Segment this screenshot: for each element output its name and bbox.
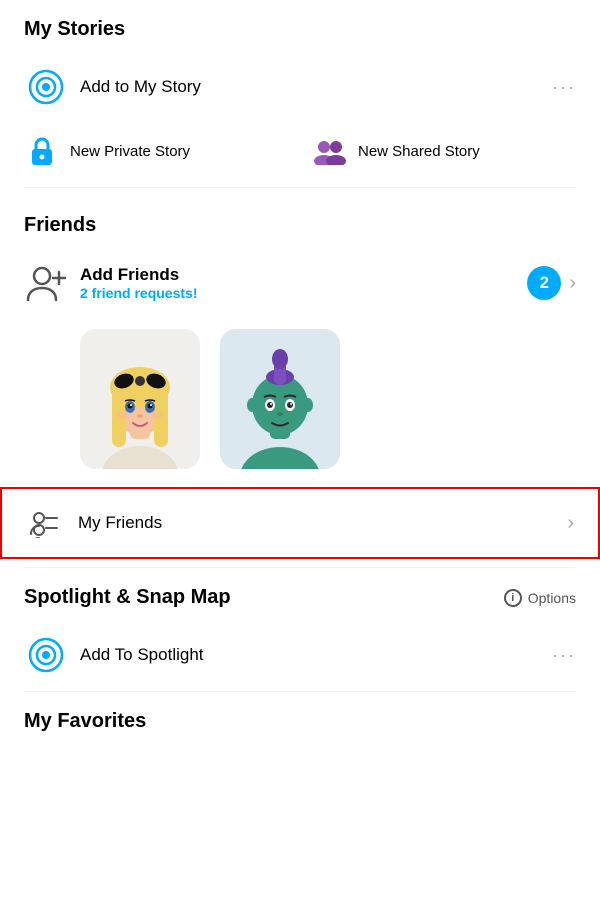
story-options-row: New Private Story New Shared Story [0,123,600,187]
my-stories-title: My Stories [0,0,600,51]
my-favorites-section: My Favorites [0,692,600,743]
add-friends-label: Add Friends [80,265,527,285]
new-private-story-item[interactable]: New Private Story [24,133,288,169]
add-friends-chevron: › [569,272,576,295]
new-private-story-label: New Private Story [70,143,190,160]
info-icon: i [504,589,522,607]
friend-list-icon [26,505,62,541]
add-friends-text-block: Add Friends 2 friend requests! [80,265,527,301]
friend-request-badge: 2 [527,266,561,300]
add-friends-item[interactable]: Add Friends 2 friend requests! 2 › [0,247,600,319]
my-friends-label: My Friends [78,513,567,533]
my-stories-section: My Stories Add to My Story ··· New Priva… [0,0,600,187]
my-favorites-title: My Favorites [0,692,600,743]
spotlight-camera-icon [24,633,68,677]
my-friends-chevron: › [567,512,574,535]
avatar-green[interactable] [220,329,340,469]
spotlight-title: Spotlight & Snap Map [24,586,231,609]
add-to-spotlight-item[interactable]: Add To Spotlight ··· [0,619,600,691]
friends-section: Friends Add Friends 2 friend requests! 2… [0,188,600,559]
new-shared-story-label: New Shared Story [358,143,480,160]
add-friend-icon [24,261,68,305]
friends-title: Friends [0,196,600,247]
badge-chevron-group: 2 › [527,266,576,300]
add-to-spotlight-dots[interactable]: ··· [552,645,576,666]
spotlight-options[interactable]: i Options [504,589,576,607]
spotlight-header: Spotlight & Snap Map i Options [0,568,600,619]
new-shared-story-item[interactable]: New Shared Story [312,133,576,169]
camera-ring-icon [24,65,68,109]
spotlight-options-label: Options [528,590,576,606]
spotlight-section: Spotlight & Snap Map i Options Add To Sp… [0,568,600,691]
friend-requests-label: 2 friend requests! [80,285,527,301]
avatars-row [0,319,600,479]
avatar-blonde[interactable] [80,329,200,469]
add-to-my-story-dots[interactable]: ··· [552,77,576,98]
add-to-my-story-item[interactable]: Add to My Story ··· [0,51,600,123]
my-friends-item[interactable]: My Friends › [0,487,600,559]
group-icon [312,133,348,169]
add-to-my-story-label: Add to My Story [80,77,201,97]
add-to-spotlight-label: Add To Spotlight [80,645,204,665]
lock-icon [24,133,60,169]
